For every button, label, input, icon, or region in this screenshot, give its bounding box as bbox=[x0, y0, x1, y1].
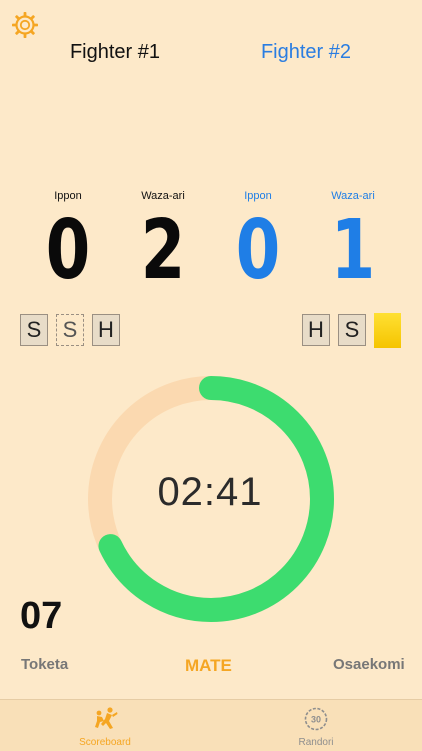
timer-display[interactable]: 02:41 bbox=[110, 470, 310, 515]
fighter-2-hansoku[interactable]: H bbox=[302, 314, 330, 346]
fighter-1-wazaari-label: Waza-ari bbox=[141, 190, 185, 202]
fighter-1-hansoku[interactable]: H bbox=[92, 314, 120, 346]
toketa-button[interactable]: Toketa bbox=[21, 656, 68, 673]
svg-text:30: 30 bbox=[311, 715, 321, 725]
fighter-1-name[interactable]: Fighter #1 bbox=[25, 41, 205, 64]
fighter-2-shido[interactable]: S bbox=[338, 314, 366, 346]
gear-icon[interactable] bbox=[11, 11, 39, 39]
judo-throw-icon bbox=[95, 707, 118, 729]
tab-randori[interactable]: 30 Randori bbox=[246, 700, 386, 751]
mate-button[interactable]: MATE bbox=[185, 656, 232, 676]
fighter-2-yellow-card[interactable] bbox=[374, 313, 401, 348]
tab-scoreboard[interactable]: Scoreboard bbox=[35, 700, 175, 751]
fighter-1-wazaari-score[interactable]: 2 bbox=[128, 206, 198, 296]
tab-scoreboard-label: Scoreboard bbox=[79, 737, 131, 748]
fighter-2-wazaari-label: Waza-ari bbox=[331, 190, 375, 202]
fighter-2-ippon-label: Ippon bbox=[244, 190, 272, 202]
timer-30-icon: 30 bbox=[304, 707, 328, 731]
fighter-1-shido-1[interactable]: S bbox=[20, 314, 48, 346]
fighter-2-name[interactable]: Fighter #2 bbox=[216, 41, 396, 64]
tab-bar: Scoreboard 30 Randori bbox=[0, 699, 422, 751]
osaekomi-count: 07 bbox=[20, 595, 63, 637]
fighter-1-ippon-score[interactable]: 0 bbox=[33, 206, 103, 296]
fighter-1-shido-2[interactable]: S bbox=[56, 314, 84, 346]
fighter-1-ippon-label: Ippon bbox=[54, 190, 82, 202]
osaekomi-button[interactable]: Osaekomi bbox=[333, 656, 405, 673]
tab-randori-label: Randori bbox=[298, 737, 334, 748]
fighter-2-ippon-score[interactable]: 0 bbox=[223, 206, 293, 296]
fighter-2-wazaari-score[interactable]: 1 bbox=[318, 206, 388, 296]
